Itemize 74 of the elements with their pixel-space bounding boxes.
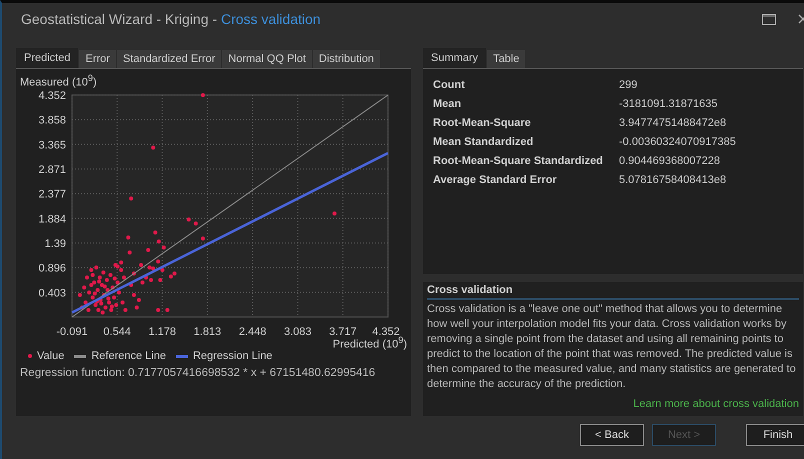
data-point — [126, 235, 130, 240]
data-point — [151, 145, 156, 150]
legend-label: Regression Line — [192, 350, 272, 362]
data-point — [156, 239, 161, 244]
x-tick-label: -0.091 — [56, 326, 88, 338]
data-point — [86, 308, 90, 312]
statistic-label: Mean — [433, 98, 462, 110]
data-point — [129, 282, 134, 287]
data-point — [122, 275, 126, 280]
chart-tab[interactable]: Error — [79, 50, 116, 68]
statistic-value: -0.00360324070917385 — [619, 136, 736, 148]
help-text: Cross validation is a "leave one out" method that allows you to determine how well your interpolation model fits your data. Cross validation works by removing a single point from the dataset and using all remaining points to predict to the location of the point that was removed. The predicted value is then compared to the measured value, and many statistics are generated to determine the accuracy of the prediction. — [427, 302, 797, 392]
chart-tab[interactable]: Predicted — [16, 48, 78, 68]
data-point — [146, 248, 150, 252]
data-point — [132, 271, 136, 276]
data-point — [129, 196, 134, 200]
data-point — [128, 250, 132, 254]
data-point — [153, 230, 158, 234]
summary-tab[interactable]: Summary — [423, 48, 486, 68]
statistic-value: 3.94774751488472e8 — [619, 116, 726, 128]
data-point — [123, 308, 128, 312]
chart-tab[interactable]: Distribution — [312, 50, 380, 68]
data-point — [120, 300, 125, 304]
summary-tab[interactable]: Table — [487, 50, 526, 68]
data-point — [200, 92, 205, 97]
y-tick-label: 4.352 — [38, 90, 66, 102]
data-point — [332, 211, 337, 216]
y-tick-label: 3.365 — [38, 138, 66, 151]
y-tick-label: 1.884 — [38, 212, 66, 225]
data-point — [85, 275, 89, 280]
x-tick-label: 3.083 — [284, 326, 312, 338]
regression-function: Regression function: 0.7177057416698532 * x + 67151480.62995416 — [20, 367, 376, 380]
y-axis-label: Measured (10$^{9}$) — [20, 73, 97, 89]
help-title: Cross validation — [427, 284, 799, 300]
x-tick-label: 1.178 — [148, 326, 176, 338]
x-tick-label: 2.448 — [238, 326, 266, 338]
data-point — [165, 308, 170, 312]
data-point — [134, 305, 139, 310]
y-tick-label: 2.871 — [38, 164, 66, 176]
window-title: Geostatistical Wizard - Kriging - Cross validation — [21, 11, 321, 27]
x-tick-label: 0.544 — [103, 326, 131, 338]
statistic-label: Average Standard Error — [433, 174, 558, 186]
data-point — [139, 262, 144, 267]
finish-button[interactable]: Finish — [746, 424, 804, 446]
y-tick-label: 1.39 — [44, 238, 66, 250]
statistic-value: 0.904469368007228 — [619, 154, 720, 166]
data-point — [156, 259, 160, 264]
y-tick-label: 0.896 — [38, 262, 66, 274]
y-tick-label: 2.377 — [38, 188, 66, 200]
legend-label: Value — [37, 350, 64, 362]
back-button[interactable]: < Back — [580, 424, 644, 446]
statistic-label: Root-Mean-Square — [433, 116, 532, 128]
statistic-value: 299 — [619, 78, 638, 90]
data-point — [78, 292, 82, 297]
data-point — [162, 245, 166, 250]
statistic-label: Count — [433, 78, 466, 90]
chart-tab[interactable]: Normal QQ Plot — [222, 50, 312, 68]
legend-label: Reference Line — [91, 350, 166, 362]
data-point — [158, 278, 162, 282]
data-point — [200, 236, 205, 240]
maximize-icon[interactable] — [762, 14, 776, 24]
statistic-value: -3181091.31871635 — [619, 98, 718, 110]
y-tick-label: 0.403 — [38, 286, 66, 299]
x-tick-label: 1.813 — [194, 326, 222, 338]
statistic-value: 5.07816758408413e8 — [619, 174, 726, 186]
y-tick-label: 3.858 — [38, 114, 66, 126]
data-point — [156, 308, 160, 312]
data-point — [186, 217, 191, 222]
chart-tab[interactable]: Standardized Error — [116, 50, 222, 68]
statistic-label: Root-Mean-Square Standardized — [433, 154, 604, 166]
data-point — [194, 221, 198, 226]
statistic-label: Mean Standardized — [433, 136, 534, 148]
learn-more-link[interactable]: Learn more about cross validation — [633, 398, 799, 410]
data-point — [160, 268, 164, 272]
